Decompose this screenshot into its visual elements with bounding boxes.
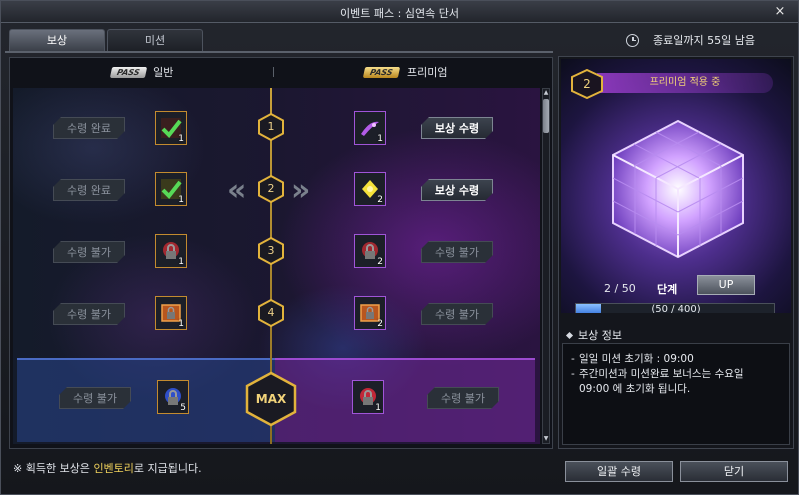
scroll-thumb[interactable] <box>543 99 549 133</box>
claim-reward-button[interactable]: 보상 수령 <box>421 179 493 201</box>
level-number: MAX <box>255 392 287 406</box>
level-number: 4 <box>267 306 275 319</box>
cube-emblem-icon <box>612 119 744 259</box>
pass-tag-normal: PASS <box>109 66 147 78</box>
reward-info-title: 보상 정보 <box>578 329 622 342</box>
clock-icon <box>626 33 639 47</box>
footer-note-suffix: 로 지급됩니다. <box>133 462 202 475</box>
item-count: 1 <box>178 134 184 144</box>
stage-level: 2 <box>583 77 591 91</box>
normal-reward-slot[interactable]: 1 <box>155 111 187 145</box>
premium-reward-slot[interactable]: 1 <box>352 380 384 414</box>
premium-column-header: PASS 프리미엄 <box>274 58 538 86</box>
pass-tag-premium: PASS <box>363 66 401 78</box>
item-count: 1 <box>377 134 383 144</box>
chevron-right-icon: » <box>291 173 311 208</box>
premium-reward-slot[interactable]: 2 <box>354 296 386 330</box>
reward-scrollbar[interactable]: ▲ ▼ <box>542 88 550 444</box>
reward-info-box: 일일 미션 초기화 : 09:00 주간미션과 미션완료 보너스는 수요일 09… <box>562 343 790 445</box>
normal-reward-slot[interactable]: 1 <box>155 234 187 268</box>
level-hex: 2 <box>258 174 284 204</box>
event-pass-window: 이벤트 패스 : 심연속 단서 × 보상 미션 종료일까지 55일 남음 PAS… <box>0 0 799 495</box>
stage-header: 프리미엄 적용 중 2 <box>571 68 773 100</box>
item-count: 1 <box>178 257 184 267</box>
info-line: 일일 미션 초기화 : 09:00 <box>571 352 783 367</box>
deadline: 종료일까지 55일 남음 <box>626 31 755 49</box>
item-count: 2 <box>377 257 383 267</box>
stage-count: 2 / 50 <box>604 282 636 295</box>
stage-panel: 프리미엄 적용 중 2 2 / 50 단계 UP (50 / 400) 보상 정… <box>558 56 794 449</box>
normal-status-label: 수령 완료 <box>53 117 125 139</box>
normal-status-label: 수령 불가 <box>53 241 125 263</box>
level-hex: 1 <box>258 112 284 142</box>
footer-note-prefix: ※ 획득한 보상은 <box>13 462 94 475</box>
reward-track-panel: PASS 일반 PASS 프리미엄 « » 수령 완료 1 1 1 보상 수령 … <box>9 57 553 449</box>
level-number: 2 <box>267 182 275 195</box>
level-hex: 4 <box>258 298 284 328</box>
tab-rewards[interactable]: 보상 <box>9 29 105 51</box>
item-count: 2 <box>377 195 383 205</box>
level-number: 3 <box>267 244 275 257</box>
premium-status-label: 수령 불가 <box>421 241 493 263</box>
item-count: 1 <box>178 319 184 329</box>
stage-progress-bar: (50 / 400) <box>575 303 775 313</box>
tab-underline <box>5 51 553 53</box>
stage-label: 단계 <box>657 283 678 296</box>
close-button[interactable]: 닫기 <box>680 461 788 482</box>
chevron-left-icon: « <box>227 173 247 208</box>
title-bar: 이벤트 패스 : 심연속 단서 × <box>1 1 798 23</box>
claim-reward-button[interactable]: 보상 수령 <box>421 117 493 139</box>
item-count: 5 <box>180 403 186 413</box>
normal-column-label: 일반 <box>153 66 174 79</box>
premium-column-label: 프리미엄 <box>407 66 448 79</box>
reward-track: « » 수령 완료 1 1 1 보상 수령 수령 완료 1 2 2 보상 수령 … <box>13 88 540 444</box>
normal-reward-slot[interactable]: 5 <box>157 380 189 414</box>
reward-info-heading: 보상 정보 <box>565 327 622 343</box>
stage-up-button[interactable]: UP <box>697 275 755 295</box>
scroll-down-icon[interactable]: ▼ <box>543 435 549 443</box>
premium-reward-slot[interactable]: 2 <box>354 234 386 268</box>
diamond-bullet-icon <box>565 331 574 339</box>
stage-hex: 2 <box>571 68 603 100</box>
normal-column-header: PASS 일반 <box>10 58 274 86</box>
deadline-text: 종료일까지 55일 남음 <box>653 34 755 47</box>
premium-reward-slot[interactable]: 1 <box>354 111 386 145</box>
window-title: 이벤트 패스 : 심연속 단서 <box>340 7 459 20</box>
premium-reward-slot[interactable]: 2 <box>354 172 386 206</box>
normal-status-label: 수령 불가 <box>59 387 131 409</box>
tab-missions[interactable]: 미션 <box>107 29 203 51</box>
normal-reward-slot[interactable]: 1 <box>155 296 187 330</box>
claim-all-button[interactable]: 일괄 수령 <box>565 461 673 482</box>
info-line: 주간미션과 미션완료 보너스는 수요일 <box>571 367 783 382</box>
level-hex: 3 <box>258 236 284 266</box>
normal-status-label: 수령 불가 <box>53 303 125 325</box>
info-line: 09:00 에 초기화 됩니다. <box>579 383 691 395</box>
item-count: 1 <box>375 403 381 413</box>
max-level-hex: MAX <box>245 371 297 427</box>
footer-note: ※ 획득한 보상은 인벤토리로 지급됩니다. <box>13 460 202 476</box>
scroll-up-icon[interactable]: ▲ <box>543 89 549 97</box>
item-count: 2 <box>377 319 383 329</box>
premium-status: 프리미엄 적용 중 <box>597 73 773 93</box>
stage-display: 프리미엄 적용 중 2 2 / 50 단계 UP (50 / 400) <box>561 59 791 313</box>
normal-status-label: 수령 완료 <box>53 179 125 201</box>
item-count: 1 <box>178 195 184 205</box>
premium-status-label: 수령 불가 <box>421 303 493 325</box>
footer-note-highlight: 인벤토리 <box>93 462 134 475</box>
progress-text: (50 / 400) <box>651 304 701 313</box>
normal-reward-slot[interactable]: 1 <box>155 172 187 206</box>
close-icon[interactable]: × <box>772 4 788 20</box>
max-row-normal-highlight <box>17 358 275 442</box>
premium-status-label: 수령 불가 <box>427 387 499 409</box>
level-number: 1 <box>267 120 275 133</box>
